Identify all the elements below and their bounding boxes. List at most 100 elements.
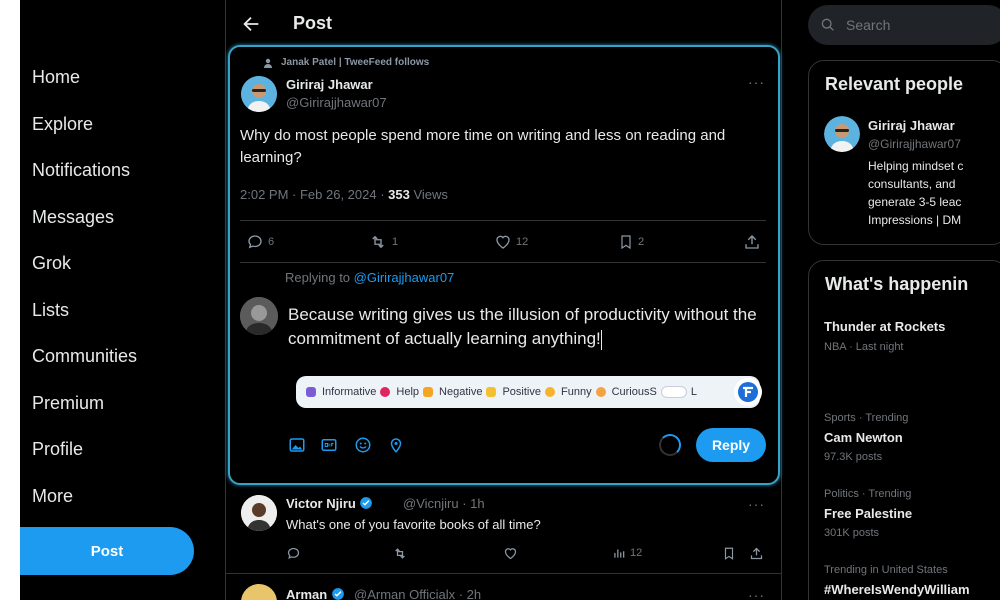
trend-item-name[interactable]: Thunder at Rockets	[824, 319, 945, 334]
repost-count: 1	[392, 236, 399, 248]
extension-toggle-label: L	[690, 386, 697, 398]
column-divider-right	[781, 0, 782, 600]
character-counter	[659, 434, 681, 456]
sidebar-item-messages[interactable]: Messages	[32, 207, 114, 228]
share-icon	[745, 235, 759, 249]
bookmark-action[interactable]: 2	[618, 233, 644, 251]
reply-icon[interactable]	[286, 546, 301, 561]
emoji-icon[interactable]	[354, 436, 372, 454]
relevant-person-avatar[interactable]	[824, 116, 860, 152]
divider	[240, 220, 766, 221]
search-icon	[821, 18, 834, 31]
repost-icon[interactable]	[392, 546, 408, 561]
extension-toggle[interactable]	[660, 386, 687, 398]
reply-text: What's one of you favorite books of all …	[286, 517, 541, 532]
like-action[interactable]: 12	[494, 233, 528, 251]
reply-author-name[interactable]: Arman	[286, 587, 345, 600]
reply-author-handle[interactable]: @Vicnjiru · 1h	[403, 496, 485, 511]
social-context: Janak Patel | TweeFeed follows	[263, 57, 429, 68]
trend-item-name[interactable]: #WhereIsWendyWilliam	[824, 582, 970, 597]
reply-author-name-text: Victor Njiru	[286, 496, 356, 511]
reply-author-name-text: Arman	[286, 587, 328, 600]
sidebar-item-explore[interactable]: Explore	[32, 114, 93, 135]
views-label: Views	[409, 187, 448, 202]
author-avatar[interactable]	[241, 76, 277, 112]
page-header: Post	[226, 0, 781, 48]
main-column: Post Janak Patel | TweeFeed follows Giri…	[226, 0, 781, 600]
more-options-icon[interactable]: ···	[748, 496, 765, 512]
avatar-portrait-icon	[824, 116, 860, 152]
person-icon	[264, 58, 272, 68]
arrow-left-icon[interactable]	[240, 13, 262, 35]
divider	[226, 573, 781, 574]
sidebar-item-notifications[interactable]: Notifications	[32, 160, 130, 181]
trend-item-name[interactable]: Cam Newton	[824, 430, 903, 445]
whats-happening-title: What's happenin	[825, 274, 969, 294]
avatar-portrait-icon	[241, 495, 277, 531]
sidebar-item-more[interactable]: More	[32, 486, 73, 507]
divider	[240, 262, 766, 263]
ext-option-help[interactable]: Help	[396, 386, 419, 398]
ext-option-funny[interactable]: Funny	[561, 386, 592, 398]
text-cursor	[600, 329, 602, 350]
sidebar-item-grok[interactable]: Grok	[32, 253, 71, 274]
location-icon[interactable]	[387, 436, 405, 454]
reply-avatar[interactable]	[241, 584, 277, 600]
share-icon[interactable]	[749, 546, 764, 561]
repost-action[interactable]: 1	[368, 233, 398, 251]
reply-input[interactable]: Because writing gives us the illusion of…	[288, 303, 758, 351]
trend-item-count: 301K posts	[824, 527, 880, 539]
avatar-portrait-icon	[240, 297, 278, 335]
ext-option-curious[interactable]: CuriousS	[612, 386, 657, 398]
relevant-person-bio: Helping mindset c consultants, and gener…	[868, 157, 1000, 229]
my-avatar[interactable]	[240, 297, 278, 335]
reply-avatar[interactable]	[241, 495, 277, 531]
trend-item-context: Politics · Trending	[824, 488, 912, 500]
views-action[interactable]: 12	[612, 546, 642, 560]
share-action[interactable]	[743, 233, 761, 251]
sidebar-item-home[interactable]: Home	[32, 67, 80, 88]
bio-line: Impressions | DM	[868, 213, 962, 227]
reply-author-name[interactable]: Victor Njiru	[286, 496, 373, 511]
post-button[interactable]: Post	[20, 527, 194, 575]
tweet-text: Why do most people spend more time on wr…	[240, 127, 726, 166]
ext-option-positive[interactable]: Positive	[502, 386, 541, 398]
sidebar-item-profile[interactable]: Profile	[32, 439, 83, 460]
replying-to: Replying to @Girirajjhawar07	[285, 270, 454, 285]
replying-handle[interactable]: @Girirajjhawar07	[354, 270, 455, 285]
ext-option-negative[interactable]: Negative	[439, 386, 482, 398]
sidebar-item-premium[interactable]: Premium	[32, 393, 104, 414]
relevant-people-title: Relevant people	[825, 74, 964, 94]
relevant-person-handle[interactable]: @Girirajjhawar07	[868, 137, 961, 151]
extension-logo-icon[interactable]	[734, 378, 762, 406]
reply-author-handle[interactable]: @Arman Officialx · 2h	[354, 587, 481, 600]
replying-prefix: Replying to	[285, 270, 354, 285]
search-input[interactable]: Search	[808, 5, 1000, 45]
bookmark-icon	[621, 235, 631, 250]
trend-item-context: Sports · Trending	[824, 412, 909, 424]
tweet-time[interactable]: 2:02 PM · Feb 26, 2024 ·	[240, 187, 388, 202]
verified-badge-icon	[331, 588, 344, 600]
social-context-text: Janak Patel | TweeFeed follows	[281, 57, 430, 68]
trend-item-name[interactable]: Free Palestine	[824, 506, 912, 521]
sidebar-item-lists[interactable]: Lists	[32, 300, 69, 321]
bio-line: Helping mindset c	[868, 159, 964, 173]
reply-button[interactable]: Reply	[696, 428, 766, 462]
sidebar-item-communities[interactable]: Communities	[32, 346, 137, 367]
author-handle[interactable]: @Girirajjhawar07	[286, 95, 387, 110]
more-options-icon[interactable]: ···	[748, 587, 765, 600]
relevant-person-name[interactable]: Giriraj Jhawar	[868, 118, 955, 133]
image-icon[interactable]	[288, 436, 306, 454]
extension-toolbar: Informative Help Negative Positive Funny…	[296, 376, 760, 408]
author-name[interactable]: Giriraj Jhawar	[286, 77, 373, 92]
trend-item-context: NBA · Last night	[824, 341, 904, 353]
ext-option-informative[interactable]: Informative	[322, 386, 376, 398]
reply-action[interactable]: 6	[246, 233, 274, 251]
gif-icon[interactable]	[320, 436, 338, 454]
extension-logo-mark	[738, 382, 758, 402]
chart-emoji-icon	[306, 387, 316, 397]
reply-count: 6	[268, 236, 275, 248]
bookmark-icon[interactable]	[722, 546, 736, 561]
more-options-icon[interactable]: ···	[748, 74, 765, 90]
heart-icon[interactable]	[503, 546, 518, 561]
